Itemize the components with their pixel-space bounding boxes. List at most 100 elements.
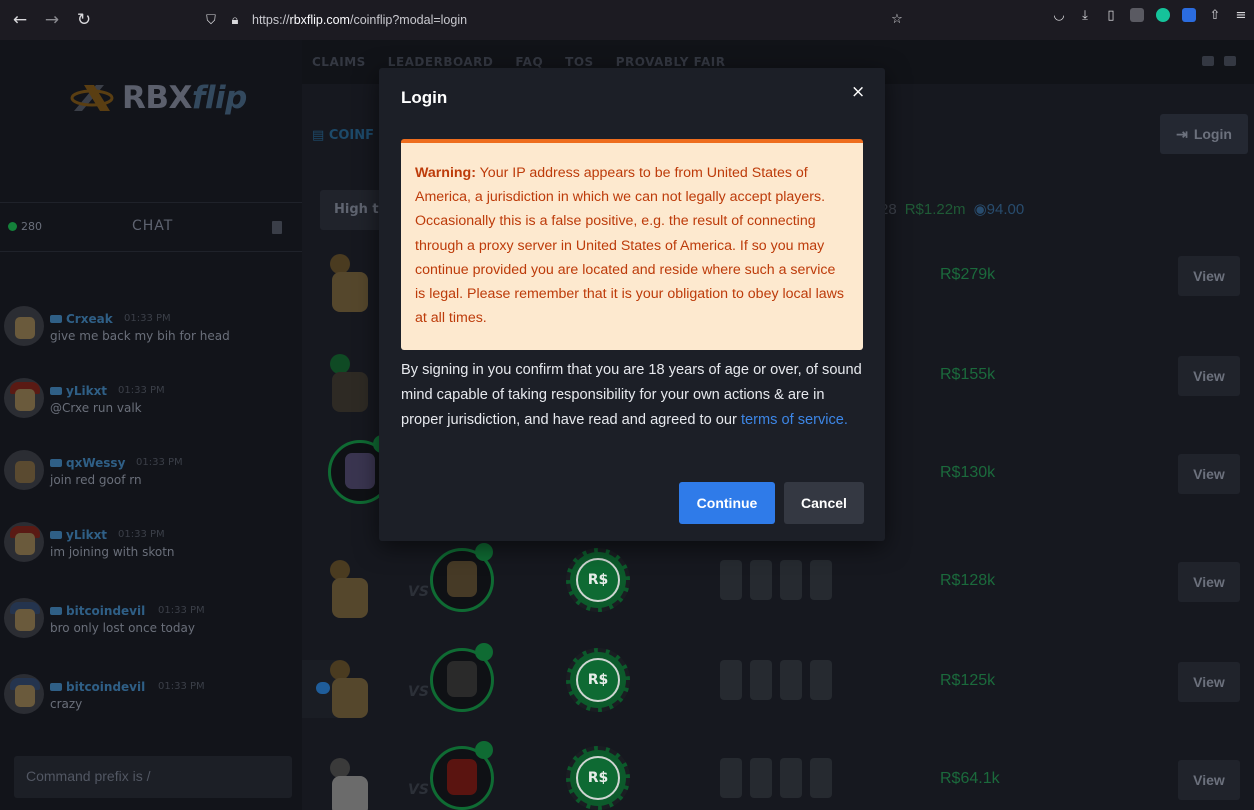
stat-total: R$1.22m xyxy=(904,200,966,218)
game-stats: 28 R$1.22m ◉94.00 xyxy=(880,200,1024,219)
game-value: R$128k xyxy=(940,572,996,589)
view-button[interactable]: View xyxy=(1178,662,1240,702)
chat-username[interactable]: Crxeak xyxy=(50,312,113,326)
coin-icon: ◉ xyxy=(973,201,987,218)
vs-label: VS xyxy=(408,584,429,600)
avatar[interactable] xyxy=(4,450,44,490)
view-button[interactable]: View xyxy=(1178,454,1240,494)
player-avatar[interactable] xyxy=(330,660,370,720)
address-bar[interactable]: ⛉ 🔒︎ https://rbxflip.com/coinflip?modal=… xyxy=(196,6,916,34)
back-icon[interactable]: ← xyxy=(8,8,32,32)
nav-tos[interactable]: TOS xyxy=(565,55,594,69)
url-text[interactable]: https://rbxflip.com/coinflip?modal=login xyxy=(252,13,467,27)
chat-username[interactable]: bitcoindevil xyxy=(50,604,145,618)
avatar[interactable] xyxy=(4,306,44,346)
opponent-avatar[interactable] xyxy=(430,643,494,712)
player-avatar[interactable] xyxy=(330,560,370,620)
continue-button[interactable]: Continue xyxy=(679,482,775,524)
rank-badge-icon xyxy=(50,607,62,615)
game-row: VS R$ R$125k View xyxy=(320,643,1254,744)
discord-icon[interactable] xyxy=(1202,56,1214,66)
chat-sidebar: RBXflip 280 CHAT Crxeak 01:33 PM give me… xyxy=(0,40,302,810)
view-button[interactable]: View xyxy=(1178,562,1240,602)
header-login-button[interactable]: ⇥ Login xyxy=(1160,114,1248,154)
login-modal: Login × Warning: Your IP address appears… xyxy=(379,68,885,541)
chat-text: join red goof rn xyxy=(50,473,142,487)
chat-text: im joining with skotn xyxy=(50,545,175,559)
online-count: 280 xyxy=(8,220,42,233)
tab-coinflip[interactable]: ▤ COINF xyxy=(312,128,374,143)
view-button[interactable]: View xyxy=(1178,356,1240,396)
share-icon[interactable]: ⇧ xyxy=(1208,8,1222,23)
chat-username[interactable]: yLikxt xyxy=(50,384,107,398)
opponent-avatar[interactable] xyxy=(430,741,494,810)
chat-input[interactable]: Command prefix is / xyxy=(14,756,292,798)
cancel-button[interactable]: Cancel xyxy=(784,482,864,524)
chat-username[interactable]: yLikxt xyxy=(50,528,107,542)
item-thumbnails[interactable] xyxy=(720,758,860,806)
avatar[interactable] xyxy=(4,674,44,714)
rank-badge-icon xyxy=(50,683,62,691)
item-thumbnails[interactable] xyxy=(720,660,860,708)
pocket-icon[interactable]: ◡ xyxy=(1052,8,1066,23)
download-icon[interactable]: ⤓ xyxy=(1078,8,1092,23)
player-avatar[interactable] xyxy=(330,354,370,414)
bookmark-star-icon[interactable]: ☆ xyxy=(890,12,904,27)
online-dot-icon xyxy=(8,222,17,231)
chat-text: bro only lost once today xyxy=(50,621,195,635)
logo-text: RBXflip xyxy=(122,80,247,116)
game-value: R$155k xyxy=(940,366,996,383)
chat-message: bitcoindevil 01:33 PM crazy xyxy=(4,664,300,724)
site-logo[interactable]: RBXflip xyxy=(70,80,247,116)
game-value: R$279k xyxy=(940,266,996,283)
item-thumbnails[interactable] xyxy=(720,560,860,608)
nav-provably-fair[interactable]: PROVABLY FAIR xyxy=(616,55,726,69)
browser-toolbar: ← → ↻ ⛉ 🔒︎ https://rbxflip.com/coinflip?… xyxy=(0,0,1254,40)
vs-label: VS xyxy=(408,782,429,798)
nav-faq[interactable]: FAQ xyxy=(515,55,543,69)
twitter-icon[interactable] xyxy=(1224,56,1236,66)
chat-rules-icon[interactable] xyxy=(272,221,282,234)
close-icon[interactable]: × xyxy=(851,82,865,102)
view-button[interactable]: View xyxy=(1178,760,1240,800)
chat-timestamp: 01:33 PM xyxy=(118,529,165,540)
nav-claims[interactable]: CLAIMS xyxy=(312,55,366,69)
reload-icon[interactable]: ↻ xyxy=(72,8,96,32)
chat-message: yLikxt 01:33 PM im joining with skotn xyxy=(4,512,300,572)
avatar[interactable] xyxy=(4,378,44,418)
modal-title: Login xyxy=(401,88,448,107)
game-row: VS R$ R$128k View xyxy=(320,543,1254,644)
chat-username[interactable]: qxWessy xyxy=(50,456,125,470)
robux-chip-icon: R$ xyxy=(576,756,620,800)
chat-username[interactable]: bitcoindevil xyxy=(50,680,145,694)
rank-badge-icon xyxy=(50,387,62,395)
avatar[interactable] xyxy=(4,598,44,638)
chat-timestamp: 01:33 PM xyxy=(124,313,171,324)
extension-s-icon[interactable] xyxy=(1182,8,1196,22)
nav-leaderboard[interactable]: LEADERBOARD xyxy=(388,55,494,69)
robux-chip-icon: R$ xyxy=(576,658,620,702)
chat-message: yLikxt 01:33 PM @Crxe run valk xyxy=(4,368,300,428)
game-value: R$130k xyxy=(940,464,996,481)
robux-chip: R$ xyxy=(566,644,630,716)
chat-text: @Crxe run valk xyxy=(50,401,142,415)
coins-icon: ▤ xyxy=(312,128,329,143)
extension-a-icon[interactable] xyxy=(1130,8,1144,22)
player-avatar[interactable] xyxy=(330,254,370,314)
chat-timestamp: 01:33 PM xyxy=(136,457,183,468)
chat-timestamp: 01:33 PM xyxy=(158,681,205,692)
warning-label: Warning: xyxy=(415,165,476,181)
avatar[interactable] xyxy=(4,522,44,562)
lock-icon[interactable]: 🔒︎ xyxy=(228,13,242,28)
logo-mark-icon xyxy=(70,85,114,111)
grammarly-icon[interactable] xyxy=(1156,8,1170,22)
forward-icon[interactable]: → xyxy=(40,8,64,32)
shield-icon[interactable]: ⛉ xyxy=(204,13,218,28)
sidebar-icon[interactable]: ▯ xyxy=(1104,8,1118,23)
player-avatar[interactable] xyxy=(330,758,370,810)
opponent-avatar[interactable] xyxy=(430,543,494,612)
robux-chip-icon: R$ xyxy=(576,558,620,602)
terms-of-service-link[interactable]: terms of service. xyxy=(741,412,848,428)
menu-icon[interactable]: ≡ xyxy=(1234,8,1248,23)
view-button[interactable]: View xyxy=(1178,256,1240,296)
